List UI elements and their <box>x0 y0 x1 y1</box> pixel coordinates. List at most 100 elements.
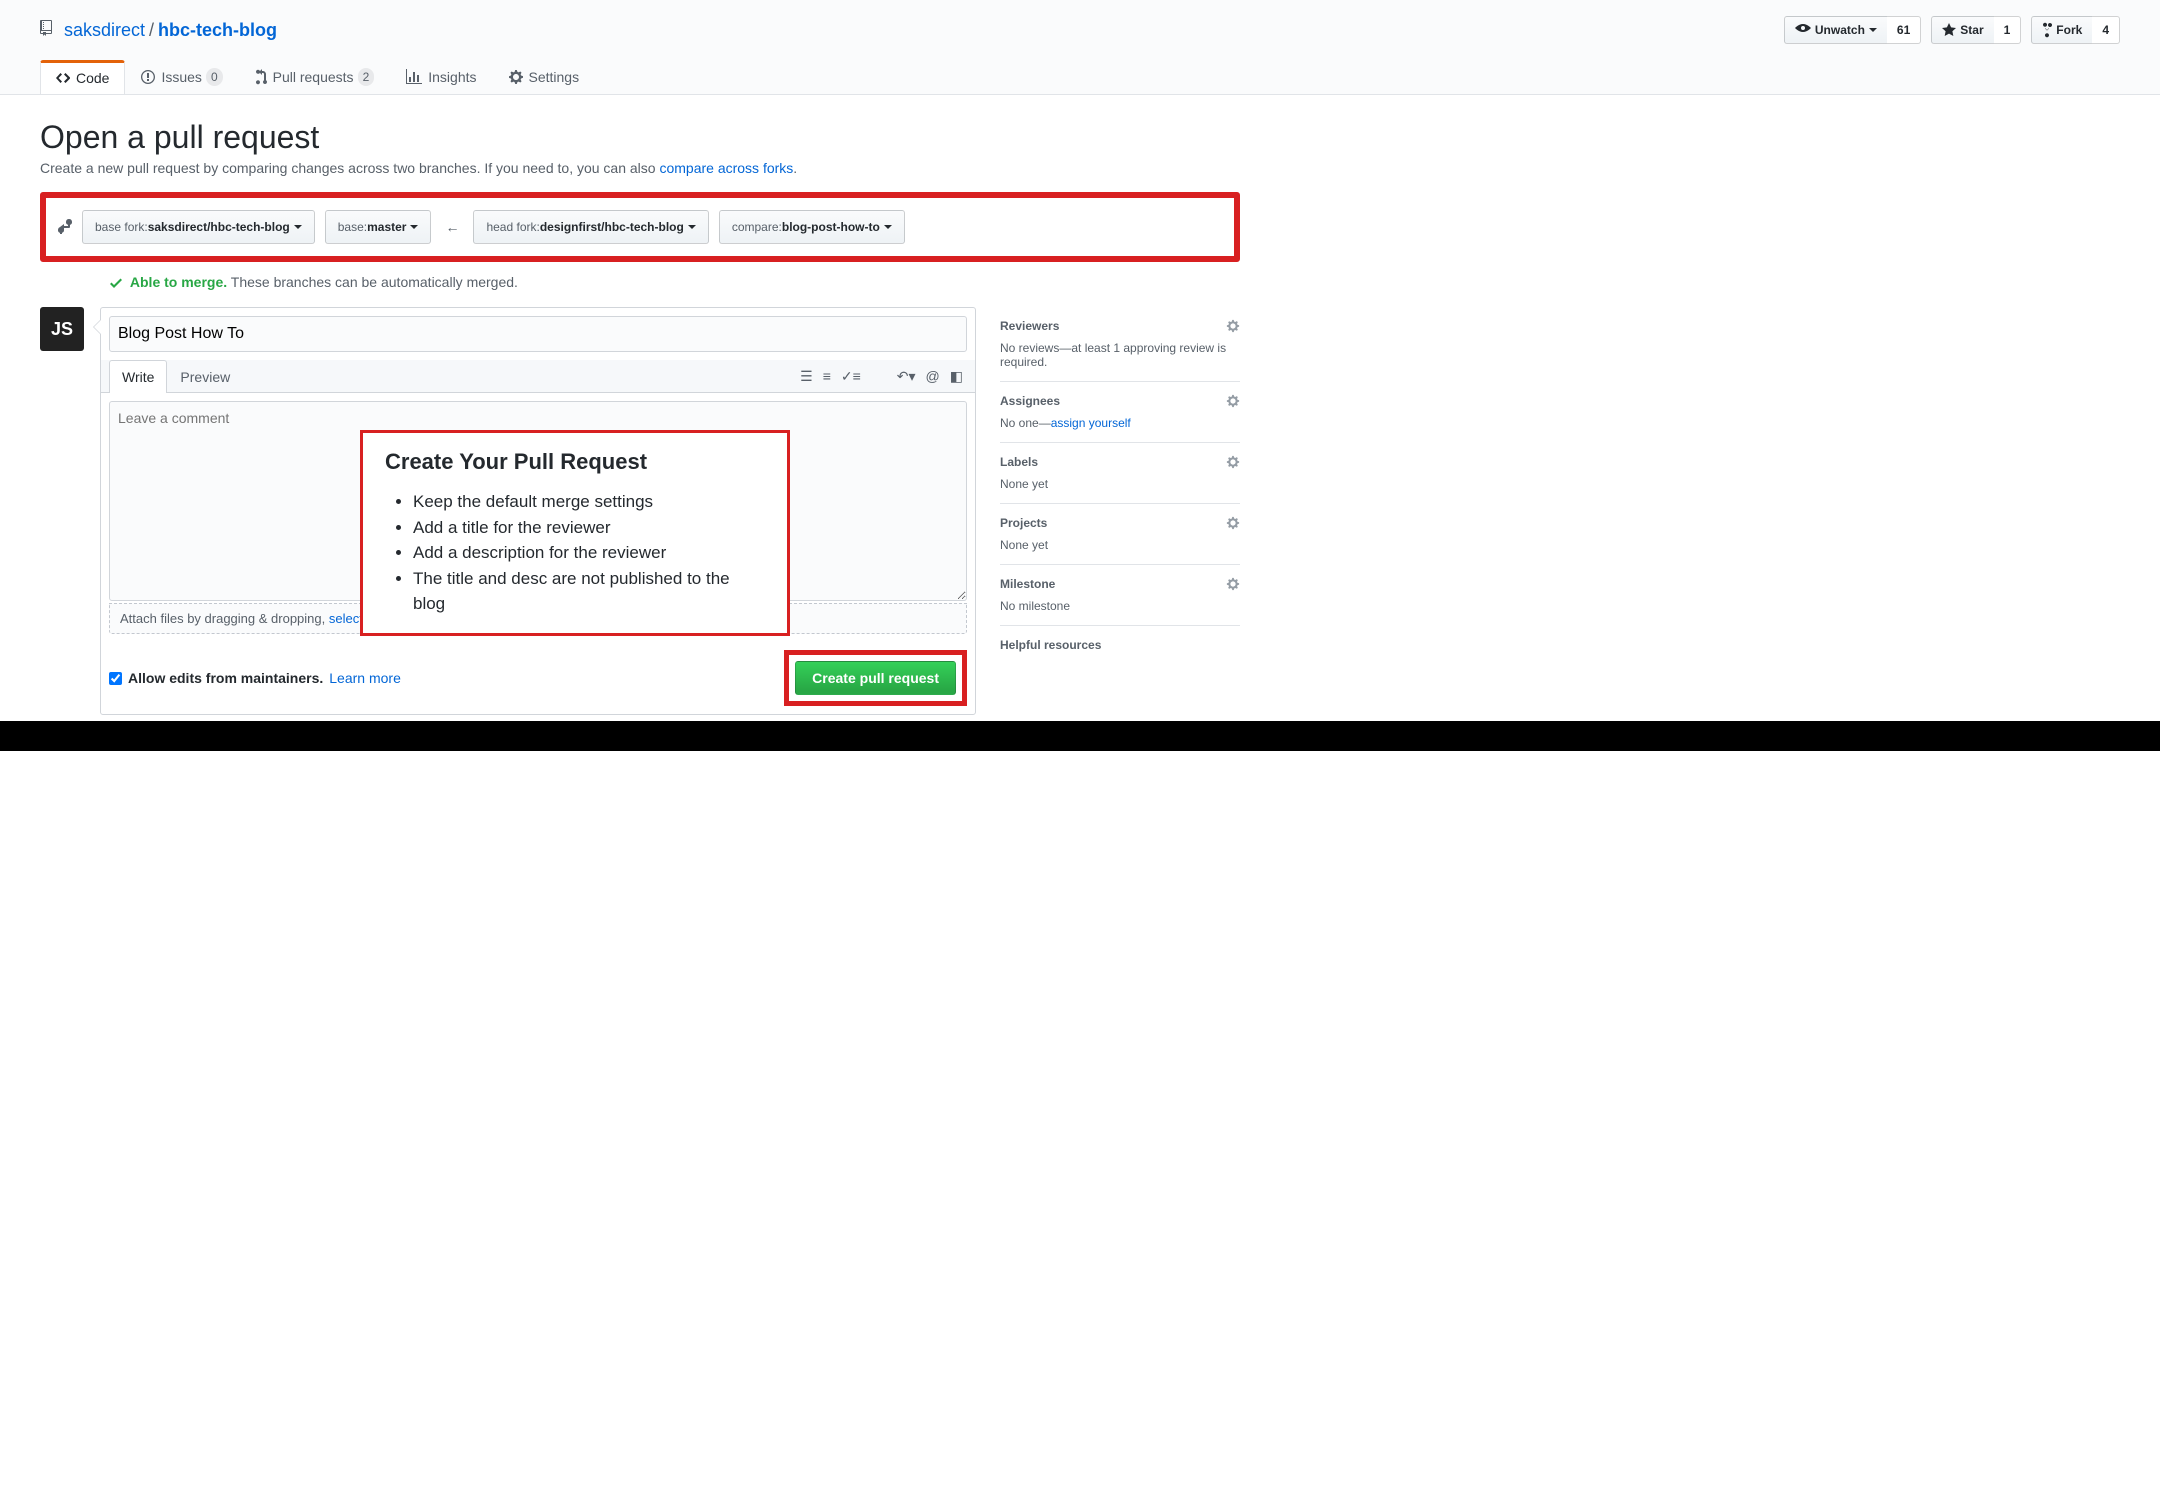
star-group: Star 1 <box>1931 16 2021 44</box>
labels-title: Labels <box>1000 455 1038 469</box>
caret-icon <box>410 225 418 229</box>
fork-button[interactable]: Fork <box>2031 16 2092 44</box>
allow-edits-checkbox[interactable] <box>109 672 122 685</box>
base-value: master <box>367 217 406 237</box>
write-tab[interactable]: Write <box>109 360 167 393</box>
projects-title: Projects <box>1000 516 1047 530</box>
labels-body: None yet <box>1000 477 1240 491</box>
attach-pre: Attach files by dragging & dropping, <box>120 611 329 626</box>
caret-icon <box>688 225 696 229</box>
nav-issues[interactable]: Issues 0 <box>125 60 238 94</box>
nav-code[interactable]: Code <box>40 60 125 94</box>
repo-owner-link[interactable]: saksdirect <box>64 20 145 41</box>
reviewers-title: Reviewers <box>1000 319 1059 333</box>
repo-separator: / <box>149 20 154 41</box>
fork-label: Fork <box>2056 20 2082 40</box>
black-bar <box>0 721 2160 751</box>
issue-icon <box>141 69 155 85</box>
projects-header[interactable]: Projects <box>1000 516 1240 530</box>
head-fork-label: head fork: <box>486 217 539 237</box>
base-fork-label: base fork: <box>95 217 148 237</box>
nav-pulls-count: 2 <box>358 68 375 86</box>
repo-title: saksdirect / hbc-tech-blog <box>40 20 277 41</box>
nav-insights-label: Insights <box>428 69 476 85</box>
compare-branch-box: base fork: saksdirect/hbc-tech-blog base… <box>40 192 1240 262</box>
compare-value: blog-post-how-to <box>782 217 880 237</box>
nav-issues-count: 0 <box>206 68 223 86</box>
star-button[interactable]: Star <box>1931 16 1993 44</box>
star-icon <box>1942 22 1956 38</box>
learn-more-link[interactable]: Learn more <box>329 670 401 686</box>
allow-edits-row[interactable]: Allow edits from maintainers. Learn more <box>109 670 401 686</box>
gear-icon <box>1226 394 1240 408</box>
reviewers-body: No reviews—at least 1 approving review i… <box>1000 341 1240 369</box>
fork-group: Fork 4 <box>2031 16 2120 44</box>
helpful-title: Helpful resources <box>1000 638 1101 652</box>
watch-count[interactable]: 61 <box>1887 16 1921 44</box>
base-fork-select[interactable]: base fork: saksdirect/hbc-tech-blog <box>82 210 315 244</box>
check-icon <box>110 275 122 291</box>
subtitle-text: Create a new pull request by comparing c… <box>40 160 659 176</box>
subtitle-post: . <box>793 160 797 176</box>
reply-icon[interactable]: ↶▾ <box>897 368 916 385</box>
assignees-header[interactable]: Assignees <box>1000 394 1240 408</box>
base-branch-select[interactable]: base: master <box>325 210 432 244</box>
nav-code-label: Code <box>76 70 109 86</box>
unwatch-button[interactable]: Unwatch <box>1784 16 1887 44</box>
overlay-list: Keep the default merge settings Add a ti… <box>385 489 765 617</box>
projects-body: None yet <box>1000 538 1240 552</box>
overlay-item: The title and desc are not published to … <box>413 566 765 617</box>
compare-forks-link[interactable]: compare across forks <box>659 160 793 176</box>
page-subtitle: Create a new pull request by comparing c… <box>40 160 1240 176</box>
repo-nav: Code Issues 0 Pull requests 2 Insights S… <box>40 60 2120 94</box>
reviewers-header[interactable]: Reviewers <box>1000 319 1240 333</box>
compare-icon <box>58 218 72 237</box>
repo-name-link[interactable]: hbc-tech-blog <box>158 20 277 41</box>
caret-icon <box>1869 28 1877 32</box>
watch-group: Unwatch 61 <box>1784 16 1921 44</box>
graph-icon <box>406 69 422 85</box>
head-fork-select[interactable]: head fork: designfirst/hbc-tech-blog <box>473 210 708 244</box>
compare-branch-select[interactable]: compare: blog-post-how-to <box>719 210 905 244</box>
milestone-title: Milestone <box>1000 577 1055 591</box>
arrow-left-icon: ← <box>445 219 459 235</box>
create-pr-button[interactable]: Create pull request <box>795 661 956 695</box>
nav-issues-label: Issues <box>161 69 201 85</box>
helpful-header: Helpful resources <box>1000 638 1240 652</box>
base-label: base: <box>338 217 367 237</box>
ordered-list-icon[interactable]: ≡ <box>823 368 831 384</box>
nav-settings-label: Settings <box>529 69 580 85</box>
gear-icon <box>1226 319 1240 333</box>
submit-highlight: Create pull request <box>784 650 967 706</box>
gear-icon <box>1226 455 1240 469</box>
unwatch-label: Unwatch <box>1815 20 1865 40</box>
bookmark-icon[interactable]: ◧ <box>950 368 963 385</box>
nav-settings[interactable]: Settings <box>493 60 596 94</box>
labels-header[interactable]: Labels <box>1000 455 1240 469</box>
repo-icon <box>40 20 56 41</box>
milestone-header[interactable]: Milestone <box>1000 577 1240 591</box>
merge-status: Able to merge. These branches can be aut… <box>40 266 1240 307</box>
nav-pulls[interactable]: Pull requests 2 <box>239 60 391 94</box>
unordered-list-icon[interactable]: ☰ <box>800 368 813 385</box>
overlay-title: Create Your Pull Request <box>385 449 765 475</box>
mention-icon[interactable]: @ <box>926 368 940 384</box>
gear-icon <box>1226 577 1240 591</box>
task-list-icon[interactable]: ✓≡ <box>841 368 861 385</box>
base-fork-value: saksdirect/hbc-tech-blog <box>148 217 290 237</box>
gear-icon <box>509 69 523 85</box>
merge-detail: These branches can be automatically merg… <box>227 274 518 290</box>
head-fork-value: designfirst/hbc-tech-blog <box>540 217 684 237</box>
nav-insights[interactable]: Insights <box>390 60 492 94</box>
assignees-body: No one—assign yourself <box>1000 416 1240 430</box>
star-count[interactable]: 1 <box>1994 16 2022 44</box>
fork-count[interactable]: 4 <box>2092 16 2120 44</box>
overlay-item: Add a title for the reviewer <box>413 515 765 541</box>
assign-yourself-link[interactable]: assign yourself <box>1051 416 1131 430</box>
pull-request-icon <box>255 69 267 85</box>
preview-tab[interactable]: Preview <box>167 360 243 393</box>
annotation-overlay: Create Your Pull Request Keep the defaul… <box>360 430 790 636</box>
user-avatar[interactable]: JS <box>40 307 84 351</box>
assignees-title: Assignees <box>1000 394 1060 408</box>
pr-title-input[interactable] <box>109 316 967 352</box>
